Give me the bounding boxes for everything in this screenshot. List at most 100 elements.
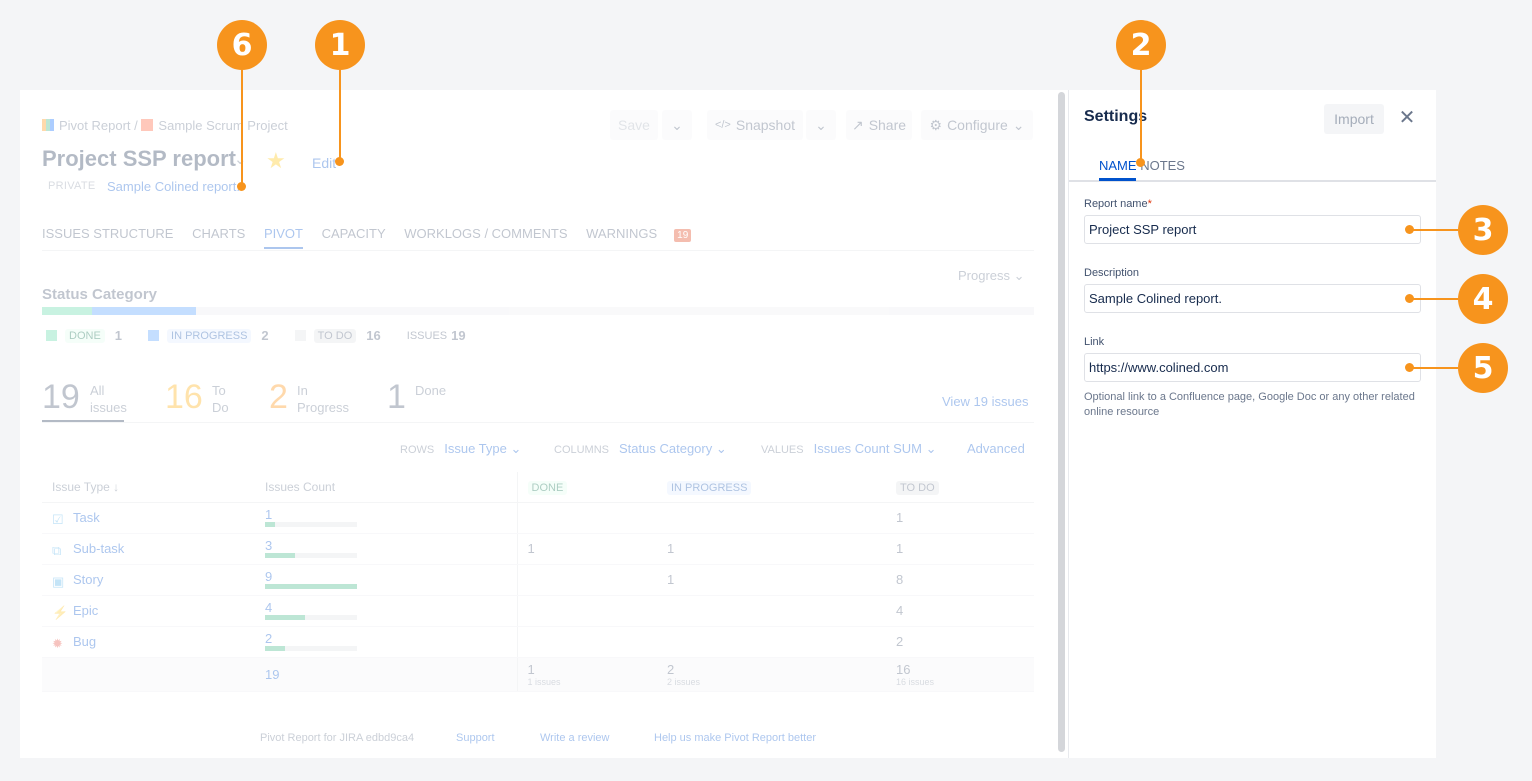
todo-cell[interactable]: 4 (886, 595, 1034, 627)
stat-in-progress-label: In Progress (297, 383, 350, 415)
table-header-row: Issue Type ↓ Issues Count DONE IN PROGRE… (42, 472, 1034, 503)
issue-type-name[interactable]: Sub-task (73, 541, 124, 556)
snapshot-dropdown-chevron-icon[interactable]: ⌄ (806, 110, 836, 140)
stat-done-number[interactable]: 1 (387, 378, 406, 417)
story-type-icon: ▣ (52, 573, 65, 589)
stats-divider (42, 422, 1034, 423)
tab-charts[interactable]: CHARTS (192, 226, 245, 241)
stat-in-progress-number[interactable]: 2 (269, 378, 288, 417)
progress-dropdown[interactable]: Progress ⌄ (958, 268, 1025, 284)
issues-count-bar (265, 553, 357, 558)
tab-capacity[interactable]: CAPACITY (322, 226, 386, 241)
done-cell[interactable]: 1 (516, 533, 657, 565)
callout-3-dot (1405, 225, 1414, 234)
settings-title: Settings (1084, 108, 1148, 125)
done-cell[interactable] (516, 564, 657, 596)
in-progress-cell[interactable] (657, 595, 886, 627)
report-name-label: Report name* (1084, 198, 1152, 210)
todo-cell[interactable]: 1 (886, 502, 1034, 534)
done-cell[interactable] (516, 595, 657, 627)
import-button[interactable]: Import (1324, 104, 1384, 134)
issues-count-bar (265, 646, 357, 651)
issue-type-cell[interactable]: ☑ Task (42, 502, 255, 534)
issue-type-cell[interactable]: ✹ Bug (42, 626, 255, 658)
footer-version: Pivot Report for JIRA edbd9ca4 (260, 732, 415, 744)
stat-selected-underline (42, 420, 124, 422)
save-button[interactable]: Save (610, 110, 658, 140)
description-label: Description (1084, 267, 1140, 279)
report-tabs: ISSUES STRUCTURE CHARTS PIVOT CAPACITY W… (42, 226, 721, 249)
stat-all-number[interactable]: 19 (42, 378, 80, 417)
issue-type-cell[interactable]: ▣ Story (42, 564, 255, 596)
total-count-cell[interactable]: 19 (255, 657, 517, 692)
total-in-progress-cell[interactable]: 22 issues (657, 657, 886, 692)
rows-control[interactable]: ROWS Issue Type ⌄ (400, 441, 521, 457)
close-icon[interactable]: ✕ (1397, 107, 1417, 129)
breadcrumb-app-link[interactable]: Pivot Report (59, 118, 131, 133)
report-description-link[interactable]: Sample Colined report. (107, 179, 240, 194)
in-progress-cell[interactable]: 1 (657, 564, 886, 596)
issues-count-link[interactable]: 9 (265, 570, 517, 583)
save-dropdown-chevron-icon[interactable]: ⌄ (662, 110, 692, 140)
total-done-cell[interactable]: 11 issues (516, 657, 657, 692)
stat-todo-number[interactable]: 16 (165, 378, 203, 417)
issues-count-link[interactable]: 4 (265, 601, 517, 614)
callout-2-badge: 2 (1116, 20, 1166, 70)
tab-pivot[interactable]: PIVOT (263, 226, 303, 249)
issues-count-link[interactable]: 2 (265, 632, 517, 645)
done-cell[interactable] (516, 626, 657, 658)
footer-review-link[interactable]: Write a review (540, 732, 609, 744)
favorite-star-icon[interactable]: ★ (266, 148, 286, 174)
configure-button[interactable]: ⚙ Configure ⌄ (921, 110, 1033, 140)
advanced-link[interactable]: Advanced (967, 441, 1025, 456)
todo-cell[interactable]: 1 (886, 533, 1034, 565)
description-field[interactable] (1084, 284, 1421, 313)
issue-type-cell[interactable]: ⧉ Sub-task (42, 533, 255, 565)
tab-notes[interactable]: NOTES (1140, 158, 1185, 173)
total-todo-cell[interactable]: 16 16 issues (886, 657, 1034, 692)
in-progress-cell[interactable] (657, 626, 886, 658)
warnings-count-badge: 19 (674, 229, 692, 242)
report-name-field[interactable] (1084, 215, 1421, 244)
pivot-report-icon (42, 119, 54, 131)
done-cell[interactable] (516, 502, 657, 534)
tab-worklogs-comments[interactable]: WORKLOGS / COMMENTS (404, 226, 567, 241)
header-issues-count[interactable]: Issues Count (255, 472, 517, 503)
header-issue-type[interactable]: Issue Type ↓ (42, 472, 255, 503)
issue-type-name[interactable]: Story (73, 572, 103, 587)
bug-type-icon: ✹ (52, 635, 63, 651)
issue-type-name[interactable]: Epic (73, 603, 98, 618)
chevron-down-icon: ⌄ (1012, 116, 1025, 133)
tab-warnings[interactable]: WARNINGS 19 (586, 226, 706, 242)
edit-link[interactable]: Edit (312, 155, 336, 171)
link-field[interactable] (1084, 353, 1421, 382)
share-button[interactable]: ↗ Share (846, 110, 912, 140)
issues-count-link[interactable]: 1 (265, 508, 517, 521)
in-progress-cell[interactable]: 1 (657, 533, 886, 565)
issue-type-name[interactable]: Bug (73, 634, 96, 649)
breadcrumb-project-link[interactable]: Sample Scrum Project (158, 118, 287, 133)
footer-support-link[interactable]: Support (456, 732, 495, 744)
share-icon: ↗ (851, 116, 864, 133)
values-control[interactable]: VALUES Issues Count SUM ⌄ (761, 441, 936, 457)
callout-2-dot (1136, 158, 1145, 167)
snapshot-button[interactable]: </> Snapshot (707, 110, 803, 140)
todo-cell[interactable]: 8 (886, 564, 1034, 596)
todo-cell[interactable]: 2 (886, 626, 1034, 658)
issues-count-bar (265, 615, 357, 620)
in-progress-cell[interactable] (657, 502, 886, 534)
footer-feedback-link[interactable]: Help us make Pivot Report better (654, 732, 816, 744)
link-hint: Optional link to a Confluence page, Goog… (1084, 391, 1415, 418)
issues-count-link[interactable]: 3 (265, 539, 517, 552)
done-legend-swatch (46, 330, 57, 341)
issue-type-cell[interactable]: ⚡ Epic (42, 595, 255, 627)
columns-control[interactable]: COLUMNS Status Category ⌄ (554, 441, 727, 457)
tab-issues-structure[interactable]: ISSUES STRUCTURE (42, 226, 173, 241)
breadcrumb-separator: / (134, 118, 138, 133)
issue-type-name[interactable]: Task (73, 510, 100, 525)
view-all-issues-link[interactable]: View 19 issues (942, 394, 1028, 409)
callout-6-dot (237, 182, 246, 191)
tab-name[interactable]: NAME (1099, 158, 1137, 173)
issues-count-bar (265, 522, 357, 527)
main-scrollbar[interactable] (1058, 92, 1065, 752)
